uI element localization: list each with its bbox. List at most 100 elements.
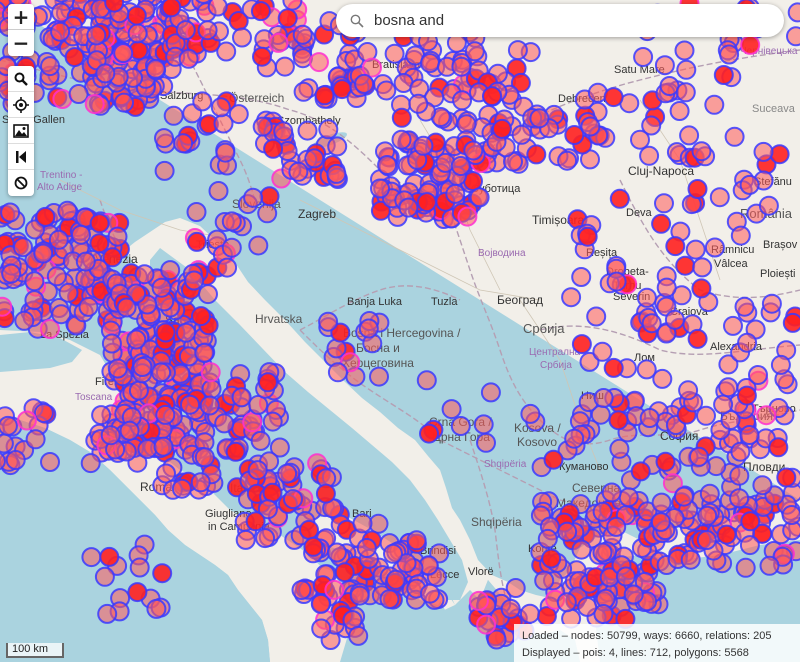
poi-marker[interactable] [194,342,215,363]
poi-marker[interactable] [713,394,734,415]
poi-marker[interactable] [468,590,489,611]
poi-marker[interactable] [288,161,309,182]
poi-marker[interactable] [571,334,592,355]
poi-marker[interactable] [95,63,116,84]
poi-marker[interactable] [577,596,598,617]
poi-marker[interactable] [86,25,107,46]
poi-marker[interactable] [709,187,730,208]
poi-marker[interactable] [603,87,624,108]
poi-marker[interactable] [618,487,639,508]
poi-marker[interactable] [356,538,377,558]
poi-marker[interactable] [40,56,60,77]
poi-marker[interactable] [615,566,636,587]
poi-marker[interactable] [24,290,45,311]
poi-marker[interactable] [639,408,660,428]
zoom-in-button[interactable]: + [8,4,34,30]
poi-marker[interactable] [245,511,266,532]
poi-marker[interactable] [377,155,398,175]
poi-marker[interactable] [232,27,252,48]
poi-marker[interactable] [697,505,718,526]
poi-marker[interactable] [561,287,582,308]
poi-marker[interactable] [537,528,558,549]
poi-marker[interactable] [519,603,540,624]
poi-marker[interactable] [737,332,758,353]
poi-marker[interactable] [268,32,289,53]
poi-marker[interactable] [786,26,800,47]
poi-marker[interactable] [91,405,112,426]
poi-marker[interactable] [221,211,242,232]
poi-marker[interactable] [609,188,630,209]
poi-marker[interactable] [391,107,412,128]
poi-marker[interactable] [297,120,318,141]
poi-marker[interactable] [571,539,592,560]
poi-marker[interactable] [0,433,14,454]
poi-marker[interactable] [464,41,485,62]
poi-marker[interactable] [601,482,622,503]
poi-marker[interactable] [633,47,654,67]
poi-marker[interactable] [314,85,335,106]
poi-marker[interactable] [252,116,273,137]
poi-marker[interactable] [14,310,35,331]
poi-marker[interactable] [679,125,700,146]
poi-marker[interactable] [473,414,494,435]
poi-marker[interactable] [50,21,71,42]
poi-marker[interactable] [107,226,128,247]
poi-marker[interactable] [734,296,755,317]
poi-marker[interactable] [155,322,176,343]
poi-marker[interactable] [383,543,403,564]
poi-marker[interactable] [391,129,412,150]
poi-marker[interactable] [274,56,295,77]
poi-marker[interactable] [318,119,339,140]
poi-marker[interactable] [259,186,280,207]
poi-marker[interactable] [24,271,45,292]
poi-marker[interactable] [505,578,526,598]
poi-marker[interactable] [704,237,725,258]
poi-marker[interactable] [243,187,264,208]
poi-marker[interactable] [252,46,272,67]
poi-marker[interactable] [718,377,739,398]
poi-marker[interactable] [691,278,712,299]
poi-marker[interactable] [51,304,72,325]
poi-marker[interactable] [186,202,207,222]
poi-marker[interactable] [441,399,462,420]
poi-marker[interactable] [651,213,672,234]
poi-marker[interactable] [178,48,199,69]
poi-marker[interactable] [420,53,440,74]
poi-marker[interactable] [630,461,651,482]
poi-marker[interactable] [146,598,167,619]
poi-marker[interactable] [419,423,439,444]
poi-marker[interactable] [1,263,22,284]
poi-marker[interactable] [526,144,547,165]
poi-marker[interactable] [231,387,252,408]
poi-marker[interactable] [756,405,777,426]
poi-marker[interactable] [457,206,478,227]
poi-marker[interactable] [768,437,789,458]
poi-marker[interactable] [651,492,672,513]
poi-marker[interactable] [520,403,541,424]
poi-marker[interactable] [577,226,598,247]
poi-marker[interactable] [369,366,389,387]
poi-marker[interactable] [114,92,134,113]
poi-marker[interactable] [630,129,650,150]
poi-marker[interactable] [609,438,630,459]
poi-marker[interactable] [450,416,471,436]
poi-marker[interactable] [729,488,750,509]
poi-marker[interactable] [198,284,218,305]
poi-marker[interactable] [680,549,701,570]
poi-marker[interactable] [16,410,37,431]
poi-marker[interactable] [739,425,760,445]
poi-marker[interactable] [406,530,427,551]
image-layers-button[interactable] [8,118,34,144]
poi-marker[interactable] [416,192,437,213]
poi-marker[interactable] [781,505,800,525]
poi-marker[interactable] [255,528,276,549]
poi-marker[interactable] [200,362,221,383]
poi-marker[interactable] [639,145,660,166]
poi-marker[interactable] [262,482,283,503]
poi-marker[interactable] [691,141,712,162]
poi-marker[interactable] [480,382,501,403]
poi-marker[interactable] [217,257,238,278]
poi-marker[interactable] [292,48,313,69]
poi-marker[interactable] [376,80,397,101]
poi-marker[interactable] [84,94,105,115]
